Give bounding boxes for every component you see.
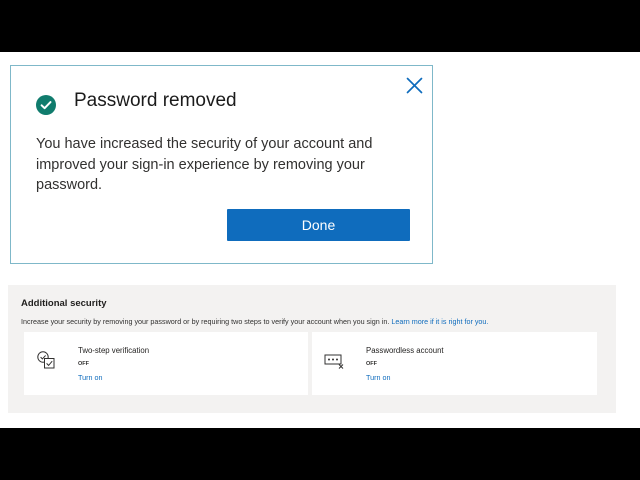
letterbox-bottom bbox=[0, 428, 640, 480]
card-status: OFF bbox=[78, 361, 89, 367]
close-icon[interactable] bbox=[406, 77, 423, 94]
verification-icon bbox=[37, 351, 55, 369]
two-step-verification-card: Two-step verification OFF Turn on bbox=[24, 332, 308, 395]
passwordless-account-card: Passwordless account OFF Turn on bbox=[312, 332, 597, 395]
letterbox-top bbox=[0, 0, 640, 52]
learn-more-link[interactable]: Learn more if it is right for you. bbox=[391, 317, 488, 326]
turn-on-link[interactable]: Turn on bbox=[78, 373, 103, 382]
section-heading: Additional security bbox=[21, 298, 107, 309]
dialog-message: You have increased the security of your … bbox=[36, 136, 373, 193]
check-circle-icon bbox=[36, 95, 56, 115]
section-description: Increase your security by removing your … bbox=[21, 317, 488, 326]
card-title: Passwordless account bbox=[366, 346, 444, 355]
dialog-title: Password removed bbox=[74, 90, 237, 111]
passwordless-icon bbox=[324, 354, 344, 369]
card-status: OFF bbox=[366, 361, 377, 367]
turn-on-link[interactable]: Turn on bbox=[366, 373, 391, 382]
additional-security-panel: Additional security Increase your securi… bbox=[8, 285, 616, 413]
done-button[interactable]: Done bbox=[227, 209, 410, 241]
description-text: Increase your security by removing your … bbox=[21, 317, 390, 326]
password-removed-dialog: Password removed You have increased the … bbox=[10, 65, 433, 264]
card-title: Two-step verification bbox=[78, 346, 150, 355]
